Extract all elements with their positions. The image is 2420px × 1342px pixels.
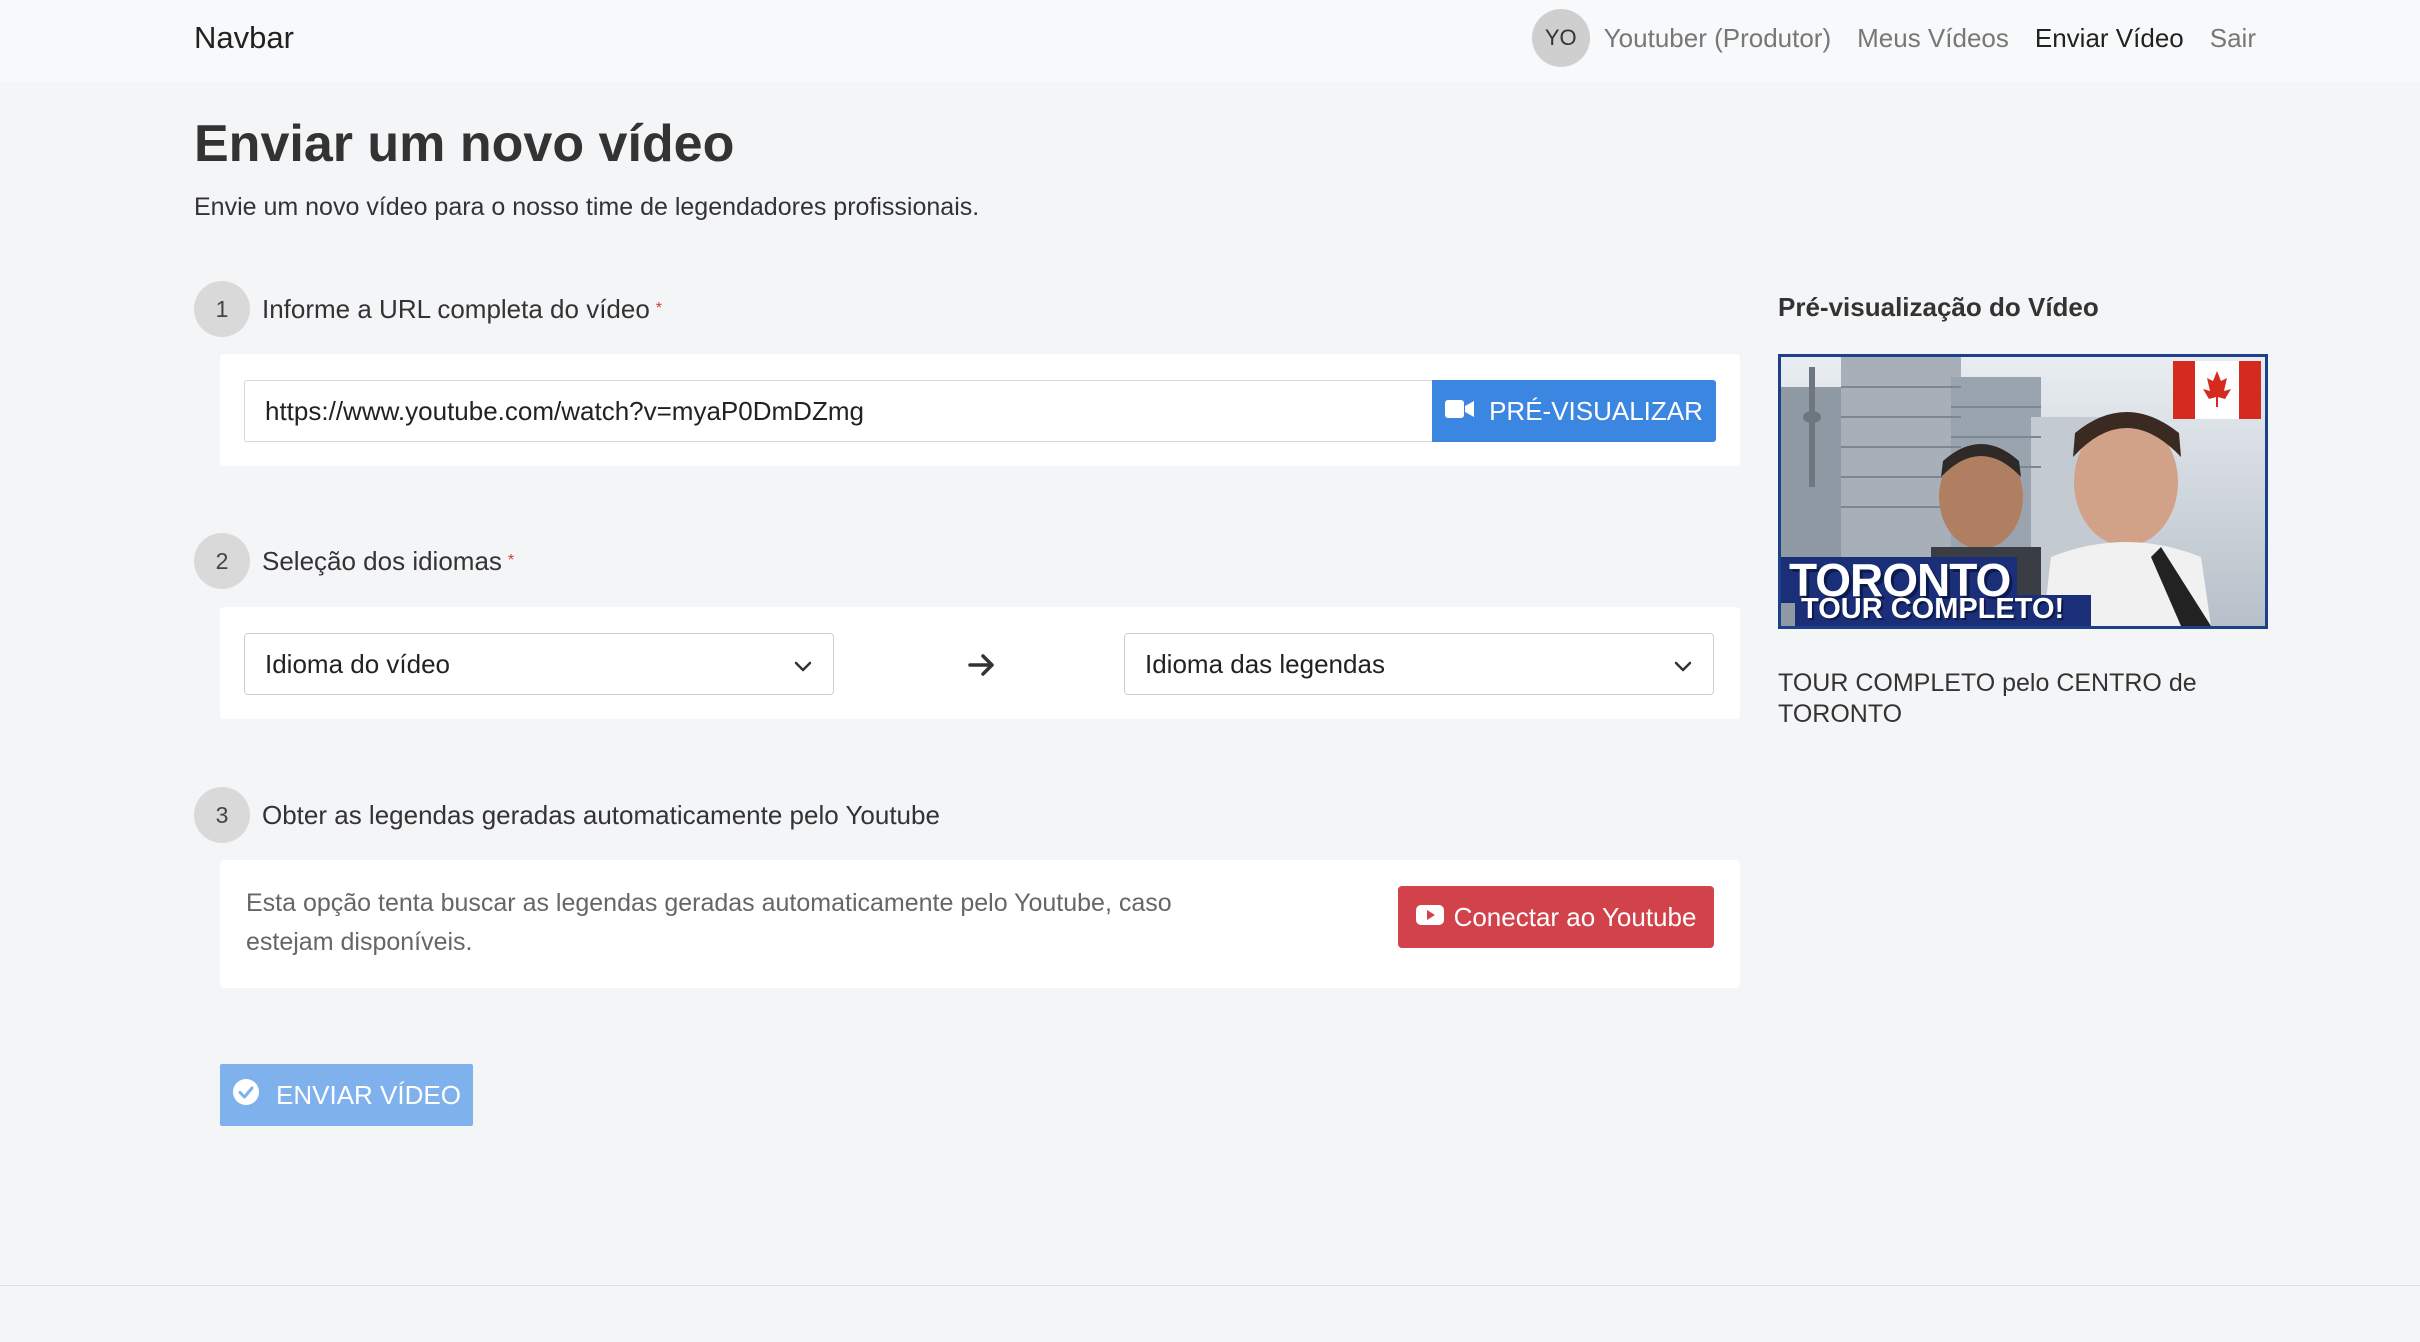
footer-divider [0,1285,2420,1286]
preview-button[interactable]: PRÉ-VISUALIZAR [1432,380,1716,442]
required-marker: * [507,552,515,569]
submit-video-button[interactable]: ENVIAR VÍDEO [220,1064,473,1126]
preview-title: Pré-visualização do Vídeo [1778,292,2099,322]
youtube-icon [1415,902,1444,933]
chevron-down-icon [1673,649,1693,680]
connect-youtube-label: Conectar ao Youtube [1453,901,1697,932]
navbar-brand[interactable]: Navbar [194,18,294,58]
submit-video-label: ENVIAR VÍDEO [276,1079,461,1110]
video-thumbnail[interactable]: TORONTO TOUR COMPLETO! [1778,354,2268,629]
url-card: PRÉ-VISUALIZAR [220,354,1740,466]
arrow-right-icon [964,647,1000,683]
video-camera-icon [1445,396,1475,427]
nav-link-enviar-video[interactable]: Enviar Vídeo [2035,23,2184,54]
step-number-badge: 1 [194,281,250,337]
navbar-menu: YO Youtuber (Produtor) Meus Vídeos Envia… [1531,9,2256,67]
step-number-badge: 3 [194,787,250,843]
preview-button-label: PRÉ-VISUALIZAR [1489,395,1703,426]
step-1-label: Informe a URL completa do vídeo [262,293,650,324]
source-language-value: Idioma do vídeo [265,648,451,679]
connect-youtube-button[interactable]: Conectar ao Youtube [1398,886,1714,948]
video-url-input[interactable] [244,380,1432,442]
step-1-header: 1 Informe a URL completa do vídeo * [194,281,662,337]
step-2-label: Seleção dos idiomas [262,545,502,576]
check-circle-icon [232,1078,260,1113]
target-language-value: Idioma das legendas [1145,648,1385,679]
step-2-header: 2 Seleção dos idiomas * [194,533,514,589]
thumbnail-title-line2: TOUR COMPLETO! [1801,593,2065,625]
video-title-caption: TOUR COMPLETO pelo CENTRO de TORONTO [1778,669,2197,728]
step-number-badge: 2 [194,533,250,589]
step-3-label: Obter as legendas geradas automaticament… [262,799,940,830]
step-3-header: 3 Obter as legendas geradas automaticame… [194,787,940,843]
chevron-down-icon [793,649,813,680]
avatar: YO [1531,9,1590,67]
nav-link-sair[interactable]: Sair [2210,23,2256,54]
target-language-select[interactable]: Idioma das legendas [1124,633,1714,695]
user-role-label: Youtuber (Produtor) [1603,22,1832,53]
page-title: Enviar um novo vídeo [194,115,735,173]
page-subtitle: Envie um novo vídeo para o nosso time de… [194,193,980,221]
user-menu[interactable]: YO Youtuber (Produtor) [1531,9,1832,67]
navbar: Navbar YO Youtuber (Produtor) Meus Vídeo… [0,0,2420,82]
source-language-select[interactable]: Idioma do vídeo [244,633,834,695]
youtube-card: Esta opção tenta buscar as legendas gera… [220,860,1740,988]
language-card: Idioma do vídeo Idioma das legendas [220,607,1740,719]
nav-link-meus-videos[interactable]: Meus Vídeos [1857,23,2009,54]
youtube-option-description: Esta opção tenta buscar as legendas gera… [246,889,1172,956]
required-marker: * [655,300,663,317]
